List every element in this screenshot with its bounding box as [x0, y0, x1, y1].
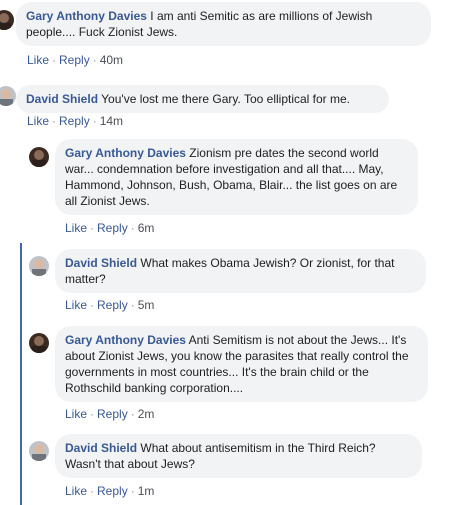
reply-button[interactable]: Reply	[97, 484, 128, 498]
comment-bubble: David Shield What about antisemitism in …	[55, 434, 422, 478]
profile-photo-icon	[29, 441, 49, 461]
profile-photo-icon	[0, 86, 16, 106]
reply-button[interactable]: Reply	[59, 114, 90, 128]
comment-actions: Like · Reply · 14m	[27, 114, 124, 128]
profile-photo-icon	[29, 333, 49, 353]
like-button[interactable]: Like	[65, 407, 87, 421]
comment-actions: Like · Reply · 6m	[65, 221, 155, 235]
avatar[interactable]	[29, 333, 49, 353]
comment-actions: Like · Reply · 2m	[65, 407, 155, 421]
comment-timestamp[interactable]: 40m	[100, 53, 123, 67]
avatar[interactable]	[29, 441, 49, 461]
comment-bubble: Gary Anthony Davies I am anti Semitic as…	[16, 2, 431, 46]
comment-author[interactable]: David Shield	[26, 92, 98, 106]
reply-button[interactable]: Reply	[97, 221, 128, 235]
profile-photo-icon	[29, 147, 49, 167]
comment-bubble: David Shield You've lost me there Gary. …	[16, 85, 389, 113]
comment-timestamp[interactable]: 2m	[138, 407, 155, 421]
like-button[interactable]: Like	[65, 298, 87, 312]
avatar[interactable]	[29, 147, 49, 167]
like-button[interactable]: Like	[27, 53, 49, 67]
reply-button[interactable]: Reply	[97, 298, 128, 312]
comment-author[interactable]: Gary Anthony Davies	[65, 146, 186, 160]
like-button[interactable]: Like	[65, 221, 87, 235]
comment-actions: Like · Reply · 40m	[27, 53, 124, 67]
comment-timestamp[interactable]: 1m	[138, 484, 155, 498]
avatar[interactable]	[0, 10, 14, 30]
comment-actions: Like · Reply · 5m	[65, 298, 155, 312]
comment-text: You've lost me there Gary. Too elliptica…	[101, 92, 351, 106]
comment-timestamp[interactable]: 6m	[138, 221, 155, 235]
comment-author[interactable]: David Shield	[65, 441, 137, 455]
comment-timestamp[interactable]: 5m	[138, 298, 155, 312]
reply-button[interactable]: Reply	[59, 53, 90, 67]
comment-author[interactable]: Gary Anthony Davies	[26, 9, 147, 23]
like-button[interactable]: Like	[65, 484, 87, 498]
comment-timestamp[interactable]: 14m	[100, 114, 123, 128]
reply-button[interactable]: Reply	[97, 407, 128, 421]
profile-photo-icon	[29, 256, 49, 276]
comment-bubble: David Shield What makes Obama Jewish? Or…	[55, 249, 426, 293]
thread-line	[20, 243, 22, 505]
comment-bubble: Gary Anthony Davies Anti Semitism is not…	[55, 326, 428, 402]
comment-author[interactable]: Gary Anthony Davies	[65, 333, 186, 347]
avatar[interactable]	[29, 256, 49, 276]
avatar[interactable]	[0, 86, 16, 106]
like-button[interactable]: Like	[27, 114, 49, 128]
profile-photo-icon	[0, 10, 14, 30]
comment-bubble: Gary Anthony Davies Zionism pre dates th…	[55, 139, 418, 215]
comment-actions: Like · Reply · 1m	[65, 484, 155, 498]
comment-author[interactable]: David Shield	[65, 256, 137, 270]
